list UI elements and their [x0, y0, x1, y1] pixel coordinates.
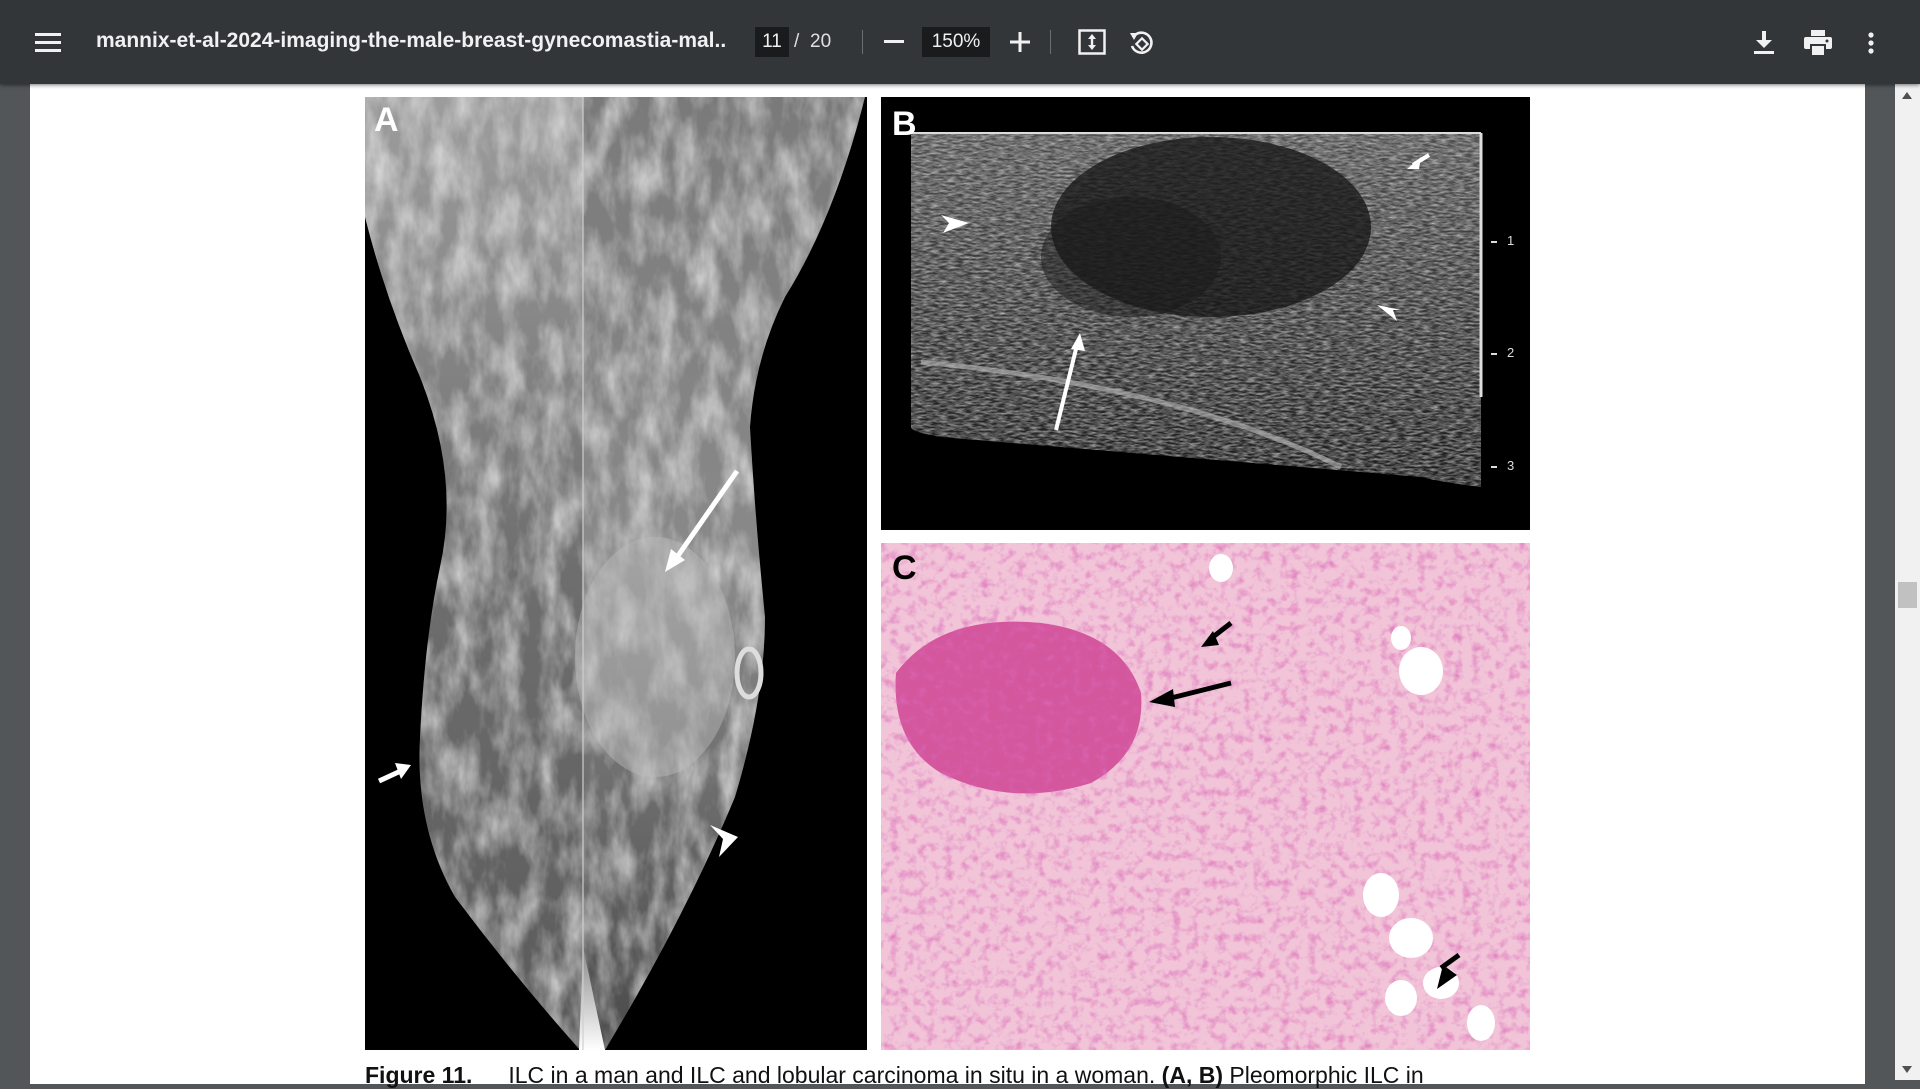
more-vertical-icon: [1868, 32, 1874, 54]
zoom-in-button[interactable]: [1000, 22, 1040, 62]
panel-letter-c: C: [892, 549, 917, 587]
fit-to-page-button[interactable]: [1072, 22, 1112, 62]
download-button[interactable]: [1742, 22, 1786, 64]
rotate-counterclockwise-icon: [1130, 31, 1153, 54]
hamburger-menu-icon[interactable]: [24, 20, 72, 64]
print-icon: [1804, 30, 1832, 56]
rotate-button[interactable]: [1120, 22, 1162, 64]
figure-panel-a-mammogram: A: [365, 97, 867, 1050]
document-title: mannix-et-al-2024-imaging-the-male-breas…: [96, 29, 726, 52]
depth-scale-label: 1: [1507, 233, 1515, 248]
depth-scale-label: 3: [1507, 458, 1515, 473]
caption-text-continued: Pleomorphic ILC in: [1229, 1062, 1424, 1088]
figure-caption: Figure 11. ILC in a man and ILC and lobul…: [365, 1062, 1424, 1089]
zoom-out-button[interactable]: [874, 22, 914, 62]
scroll-up-arrow-icon[interactable]: [1902, 92, 1912, 99]
page-number-input[interactable]: [755, 27, 789, 57]
caption-panel-ref: (A, B): [1161, 1062, 1223, 1088]
panel-letter-b: B: [892, 105, 917, 143]
vertical-scrollbar[interactable]: [1895, 84, 1920, 1080]
more-options-button[interactable]: [1850, 22, 1892, 64]
toolbar-divider: [1050, 30, 1051, 54]
zoom-level-input[interactable]: [922, 27, 990, 57]
depth-scale-label: 2: [1507, 345, 1515, 360]
scroll-down-arrow-icon[interactable]: [1902, 1066, 1912, 1073]
ultrasound-image: [911, 132, 1497, 487]
toolbar-divider: [862, 30, 863, 54]
mammogram-image: [365, 97, 865, 1050]
total-pages: 20: [810, 31, 832, 52]
minus-icon: [884, 40, 904, 43]
figure-label: Figure 11.: [365, 1062, 473, 1088]
fit-to-page-icon: [1078, 29, 1106, 55]
page-separator: /: [794, 31, 800, 52]
figure-panel-b-ultrasound: B 1 2 3: [881, 97, 1530, 530]
plus-icon: [1010, 32, 1030, 52]
download-icon: [1754, 31, 1774, 54]
panel-letter-a: A: [374, 101, 399, 139]
caption-text: ILC in a man and ILC and lobular carcino…: [508, 1062, 1156, 1088]
figure-panel-c-histology: C: [881, 543, 1530, 1050]
scrollbar-thumb[interactable]: [1898, 582, 1917, 608]
histology-image: [881, 543, 1530, 1050]
print-button[interactable]: [1796, 22, 1840, 64]
pdf-toolbar: mannix-et-al-2024-imaging-the-male-breas…: [0, 0, 1920, 84]
